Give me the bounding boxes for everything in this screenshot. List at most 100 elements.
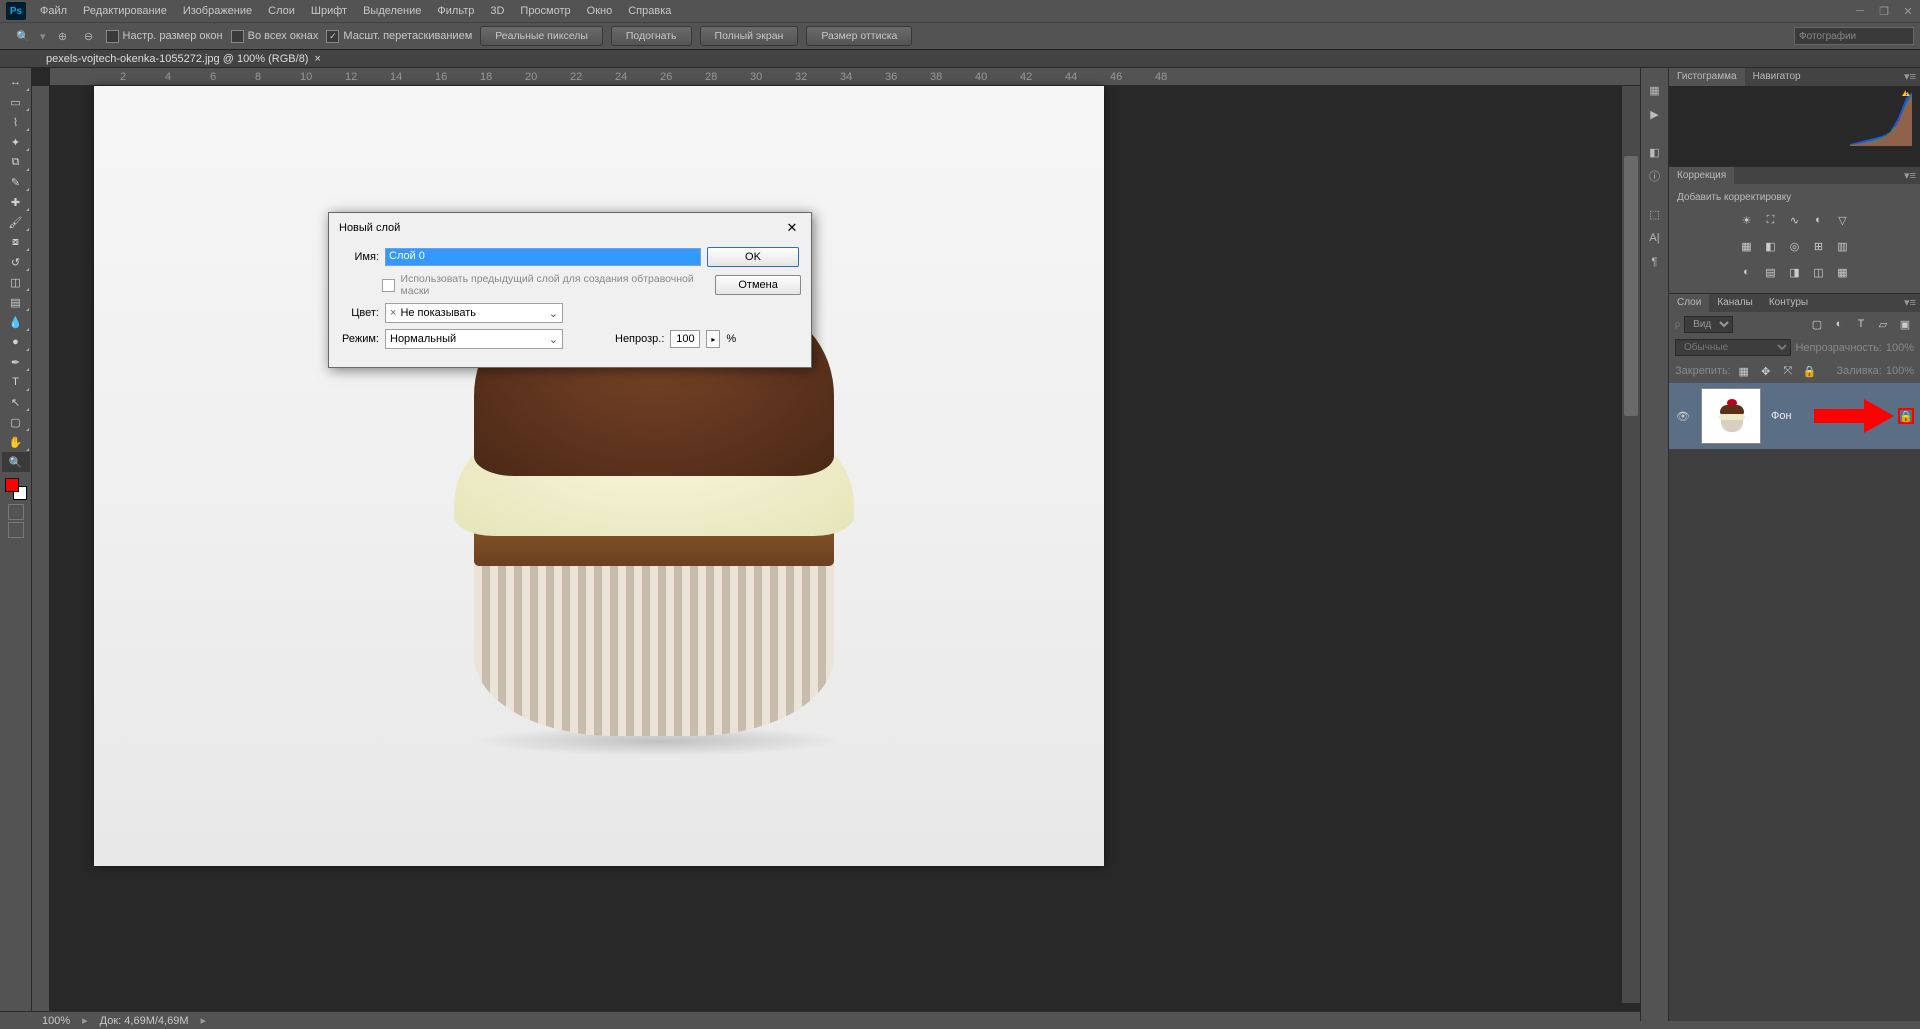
adj-brightness-icon[interactable]: ☀ bbox=[1738, 211, 1756, 229]
tool-stamp[interactable]: ⧇ bbox=[2, 232, 30, 252]
print-size-button[interactable]: Размер оттиска bbox=[806, 26, 912, 46]
canvas-scrollbar-vertical[interactable] bbox=[1622, 86, 1640, 1003]
resize-windows-checkbox[interactable] bbox=[106, 30, 119, 43]
lock-pixels-icon[interactable]: ▦ bbox=[1735, 362, 1753, 380]
filter-adjust-icon[interactable]: ◐ bbox=[1830, 315, 1848, 333]
tab-layers[interactable]: Слои bbox=[1669, 294, 1709, 312]
adj-posterize-icon[interactable]: ▤ bbox=[1762, 263, 1780, 281]
menu-edit[interactable]: Редактирование bbox=[75, 1, 175, 21]
panel-menu-icon[interactable]: ▾≡ bbox=[1900, 68, 1920, 86]
search-field[interactable]: Фотографии bbox=[1794, 27, 1914, 45]
strip-icon-adjust[interactable]: ◧ bbox=[1641, 140, 1668, 164]
tab-adjustments[interactable]: Коррекция bbox=[1669, 167, 1734, 184]
layer-name-input[interactable]: Слой 0 bbox=[385, 248, 701, 266]
menu-select[interactable]: Выделение bbox=[355, 1, 429, 21]
adj-gradient-icon[interactable]: ◫ bbox=[1810, 263, 1828, 281]
adj-channel-mixer-icon[interactable]: ⊞ bbox=[1810, 237, 1828, 255]
tool-type[interactable]: T bbox=[2, 372, 30, 392]
strip-play-icon[interactable]: ▶ bbox=[1641, 102, 1668, 126]
strip-icon-char[interactable]: A| bbox=[1641, 226, 1668, 250]
filter-shape-icon[interactable]: ▱ bbox=[1874, 315, 1892, 333]
tool-brush[interactable]: 🖌 bbox=[2, 212, 30, 232]
blend-mode-select[interactable]: Обычные bbox=[1675, 339, 1791, 356]
tool-dodge[interactable]: ● bbox=[2, 332, 30, 352]
dialog-close-button[interactable]: ✕ bbox=[783, 219, 801, 237]
adj-levels-icon[interactable]: ⛶ bbox=[1762, 211, 1780, 229]
window-restore[interactable]: ❐ bbox=[1872, 1, 1896, 21]
zoom-in-icon[interactable]: ⊕ bbox=[54, 27, 72, 45]
tab-histogram[interactable]: Гистограмма bbox=[1669, 68, 1745, 86]
tab-channels[interactable]: Каналы bbox=[1709, 294, 1761, 312]
menu-file[interactable]: Файл bbox=[32, 1, 75, 21]
tool-crop[interactable]: ⧉ bbox=[2, 152, 30, 172]
strip-icon-styles[interactable]: ⬚ bbox=[1641, 202, 1668, 226]
layer-visibility-toggle[interactable]: 👁 bbox=[1675, 408, 1691, 424]
tool-heal[interactable]: ✚ bbox=[2, 192, 30, 212]
layer-name-label[interactable]: Фон bbox=[1771, 410, 1792, 422]
fill-value[interactable]: 100% bbox=[1886, 365, 1914, 377]
strip-icon-hist[interactable]: ▦ bbox=[1641, 78, 1668, 102]
layer-thumbnail[interactable] bbox=[1701, 388, 1761, 444]
adj-curves-icon[interactable]: ∿ bbox=[1786, 211, 1804, 229]
filter-pixel-icon[interactable]: ▢ bbox=[1808, 315, 1826, 333]
tool-hand[interactable]: ✋ bbox=[2, 432, 30, 452]
cancel-button[interactable]: Отмена bbox=[715, 275, 801, 295]
filter-smart-icon[interactable]: ▣ bbox=[1896, 315, 1914, 333]
tab-paths[interactable]: Контуры bbox=[1761, 294, 1816, 312]
menu-image[interactable]: Изображение bbox=[175, 1, 260, 21]
tool-gradient[interactable]: ▤ bbox=[2, 292, 30, 312]
tool-move[interactable]: ↔ bbox=[2, 72, 30, 92]
adj-bw-icon[interactable]: ◧ bbox=[1762, 237, 1780, 255]
document-close-icon[interactable]: × bbox=[314, 53, 320, 65]
adj-threshold-icon[interactable]: ◨ bbox=[1786, 263, 1804, 281]
layer-row-background[interactable]: 👁 Фон 🔒 bbox=[1669, 383, 1920, 449]
lock-all-icon[interactable]: 🔒 bbox=[1801, 362, 1819, 380]
full-screen-button[interactable]: Полный экран bbox=[700, 26, 799, 46]
adj-invert-icon[interactable]: ◐ bbox=[1738, 263, 1756, 281]
opacity-spinner[interactable]: ▸ bbox=[706, 330, 720, 348]
menu-type[interactable]: Шрифт bbox=[303, 1, 355, 21]
fit-screen-button[interactable]: Подогнать bbox=[611, 26, 692, 46]
actual-pixels-button[interactable]: Реальные пикселы bbox=[480, 26, 603, 46]
tool-eraser[interactable]: ◫ bbox=[2, 272, 30, 292]
opacity-input[interactable]: 100 bbox=[670, 330, 700, 348]
panel-menu-icon[interactable]: ▾≡ bbox=[1900, 167, 1920, 184]
document-canvas[interactable] bbox=[94, 86, 1104, 866]
tab-navigator[interactable]: Навигатор bbox=[1745, 68, 1809, 86]
adj-hue-icon[interactable]: ▦ bbox=[1738, 237, 1756, 255]
mode-select[interactable]: Нормальный⌄ bbox=[385, 329, 563, 349]
adj-photo-filter-icon[interactable]: ◎ bbox=[1786, 237, 1804, 255]
menu-layers[interactable]: Слои bbox=[260, 1, 303, 21]
adj-lookup-icon[interactable]: ▥ bbox=[1834, 237, 1852, 255]
color-select[interactable]: ×Не показывать⌄ bbox=[385, 303, 563, 323]
strip-icon-info[interactable]: ⓘ bbox=[1641, 164, 1668, 188]
tool-zoom[interactable]: 🔍 bbox=[2, 452, 30, 472]
window-close[interactable]: ✕ bbox=[1896, 1, 1920, 21]
scrubby-zoom-checkbox[interactable]: ✓ bbox=[326, 30, 339, 43]
menu-filter[interactable]: Фильтр bbox=[429, 1, 482, 21]
strip-icon-para[interactable]: ¶ bbox=[1641, 250, 1668, 274]
filter-type-icon[interactable]: T bbox=[1852, 315, 1870, 333]
menu-3d[interactable]: 3D bbox=[482, 1, 512, 21]
adj-selective-icon[interactable]: ▦ bbox=[1834, 263, 1852, 281]
tool-rectangle[interactable]: ▢ bbox=[2, 412, 30, 432]
all-windows-checkbox[interactable] bbox=[231, 30, 244, 43]
lock-position-icon[interactable]: ✥ bbox=[1757, 362, 1775, 380]
tool-pen[interactable]: ✒ bbox=[2, 352, 30, 372]
tool-blur[interactable]: 💧 bbox=[2, 312, 30, 332]
zoom-level[interactable]: 100% bbox=[42, 1015, 70, 1027]
lock-nest-icon[interactable]: ⤧ bbox=[1779, 362, 1797, 380]
adj-vibrance-icon[interactable]: ▽ bbox=[1834, 211, 1852, 229]
menu-view[interactable]: Просмотр bbox=[512, 1, 578, 21]
document-tab[interactable]: pexels-vojtech-okenka-1055272.jpg @ 100%… bbox=[38, 51, 329, 67]
canvas-area[interactable]: 2468101214161820222426283032343638404244… bbox=[32, 68, 1640, 1021]
screen-mode[interactable] bbox=[8, 522, 24, 538]
layer-lock-icon[interactable]: 🔒 bbox=[1898, 408, 1914, 424]
menu-help[interactable]: Справка bbox=[620, 1, 679, 21]
tool-rect-marquee[interactable]: ▭ bbox=[2, 92, 30, 112]
opacity-value[interactable]: 100% bbox=[1886, 342, 1914, 354]
window-minimize[interactable]: ─ bbox=[1848, 1, 1872, 21]
tool-eyedropper[interactable]: ✎ bbox=[2, 172, 30, 192]
quick-mask[interactable] bbox=[8, 504, 24, 520]
zoom-out-icon[interactable]: ⊖ bbox=[80, 27, 98, 45]
